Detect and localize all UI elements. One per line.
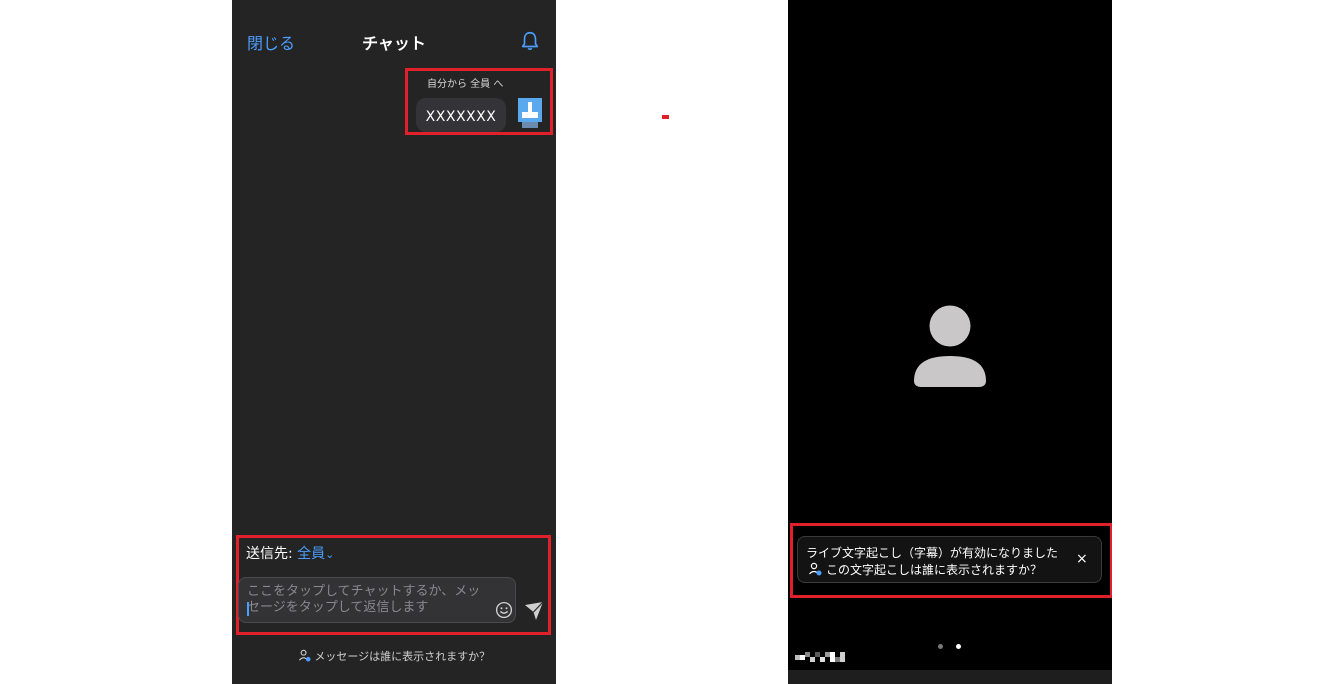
emoji-icon[interactable] [495,601,513,619]
send-icon[interactable] [524,601,544,621]
message-input[interactable]: ここをタップしてチャットするか、メッセージをタップして返信します [238,577,516,623]
close-icon[interactable]: × [1076,551,1088,567]
avatar [518,98,542,122]
message-bubble[interactable]: XXXXXXX [416,98,506,132]
recipient-value[interactable]: 全員 [297,546,325,562]
message-meta: 自分から 全員 へ [427,79,504,90]
recipient-label: 送信先: [246,546,298,562]
page-dot-active[interactable] [956,644,961,649]
person-avatar-icon [914,305,986,387]
page-title: チャット [362,34,426,53]
message-input-placeholder: ここをタップしてチャットするか、メッセージをタップして返信します [247,584,481,615]
caption-who-sees-link[interactable]: この文字起こしは誰に表示されますか？ [826,561,1042,578]
recipient-selector[interactable]: 送信先: 全員⌄ [246,543,334,563]
who-sees-text: メッセージは誰に表示されますか？ [314,650,491,663]
text-cursor [247,602,249,616]
red-marker [662,115,669,119]
page-dot[interactable] [938,644,943,649]
video-screen: ライブ文字起こし（字幕）が有効になりました この文字起こしは誰に表示されますか？… [788,0,1112,684]
pixelated-name [795,652,845,662]
bottom-toolbar [788,670,1112,684]
chevron-down-icon[interactable]: ⌄ [325,548,334,561]
person-icon [809,562,822,576]
person-icon [298,649,311,662]
bell-icon[interactable] [519,30,541,52]
avatar-shadow [522,122,538,128]
caption-banner[interactable]: ライブ文字起こし（字幕）が有効になりました この文字起こしは誰に表示されますか？… [797,536,1102,583]
chat-screen: 閉じる チャット 自分から 全員 へ XXXXXXX 送信先: 全員⌄ ここをタ… [232,0,556,684]
page-indicator[interactable] [936,644,966,650]
caption-title: ライブ文字起こし（字幕）が有効になりました [806,546,1059,560]
who-sees-link[interactable]: メッセージは誰に表示されますか？ [232,648,556,664]
